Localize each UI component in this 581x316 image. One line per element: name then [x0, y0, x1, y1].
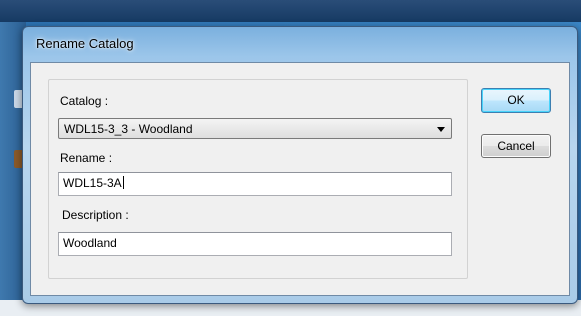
dropdown-arrow-icon[interactable] — [437, 127, 445, 132]
description-input[interactable]: Woodland — [58, 232, 452, 256]
rename-input[interactable]: WDL15-3A — [58, 172, 452, 196]
ok-button[interactable]: OK — [481, 88, 551, 113]
rename-catalog-dialog: Rename Catalog Catalog : WDL15-3_3 - Woo… — [22, 26, 578, 304]
rename-label: Rename : — [60, 151, 113, 165]
catalog-selected-value: WDL15-3_3 - Woodland — [64, 122, 193, 136]
description-label: Description : — [62, 208, 129, 222]
background-window-header — [0, 0, 581, 22]
dialog-title: Rename Catalog — [36, 36, 134, 51]
catalog-dropdown[interactable]: WDL15-3_3 - Woodland — [58, 118, 452, 139]
description-input-value: Woodland — [63, 236, 117, 250]
rename-input-value: WDL15-3A — [63, 176, 122, 190]
form-group-box: Catalog : WDL15-3_3 - Woodland Rename : … — [48, 79, 468, 279]
catalog-label: Catalog : — [60, 94, 109, 108]
cancel-button[interactable]: Cancel — [481, 134, 551, 158]
text-caret — [122, 176, 124, 189]
dialog-content: Catalog : WDL15-3_3 - Woodland Rename : … — [30, 62, 570, 296]
